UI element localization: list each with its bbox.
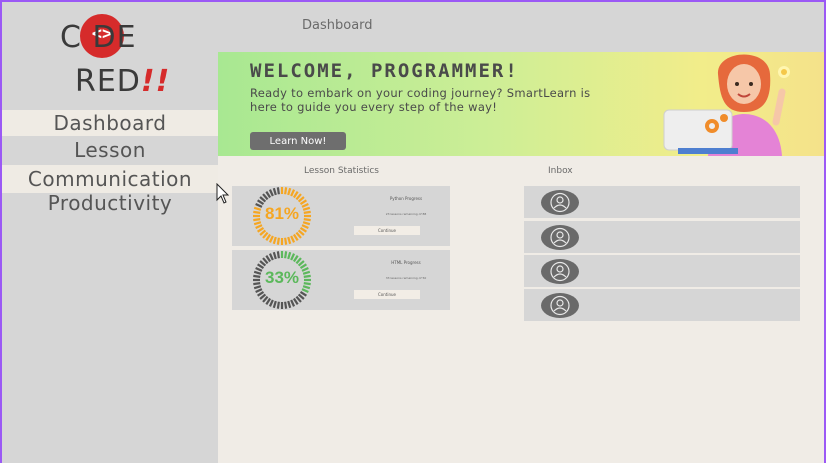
card-title: Python Progress bbox=[389, 196, 423, 201]
inbox-label: Inbox bbox=[548, 166, 573, 176]
progress-ring-segment bbox=[262, 231, 269, 239]
progress-ring-segment bbox=[262, 295, 269, 303]
learn-now-button[interactable]: Learn Now! bbox=[250, 132, 346, 150]
progress-ring-segment bbox=[297, 260, 305, 267]
inbox-row[interactable] bbox=[524, 186, 800, 218]
progress-ring-segment bbox=[290, 253, 296, 261]
progress-ring-segment bbox=[259, 293, 267, 300]
progress-ring-segment bbox=[287, 236, 292, 245]
page-title: Dashboard bbox=[302, 18, 373, 33]
progress-ring-segment bbox=[276, 187, 280, 195]
progress-ring-segment bbox=[255, 224, 263, 230]
sidebar: <> C DE RED!! Dashboard Lesson Communica… bbox=[2, 2, 218, 463]
mouse-cursor-icon bbox=[216, 183, 230, 204]
progress-ring-segment bbox=[272, 300, 277, 309]
card-subtitle: 33 lessons remaining of 50 bbox=[385, 276, 427, 280]
app-window: <> C DE RED!! Dashboard Lesson Communica… bbox=[2, 2, 824, 463]
progress-ring-segment bbox=[297, 293, 305, 300]
continue-button[interactable]: Continue bbox=[354, 290, 420, 299]
user-icon bbox=[550, 261, 570, 282]
inbox-list bbox=[524, 186, 800, 321]
logo-red-text: RED bbox=[75, 64, 141, 99]
progress-ring-segment bbox=[290, 235, 296, 243]
continue-button[interactable]: Continue bbox=[354, 226, 420, 235]
progress-ring-segment bbox=[259, 260, 267, 267]
progress-ring-segment bbox=[290, 189, 296, 197]
inbox-row[interactable] bbox=[524, 255, 800, 287]
avatar bbox=[541, 190, 579, 215]
progress-percent: 33% bbox=[264, 268, 300, 287]
progress-ring-segment bbox=[272, 236, 277, 245]
progress-ring-segment bbox=[292, 297, 299, 305]
progress-ring-segment bbox=[295, 257, 302, 265]
avatar bbox=[541, 225, 579, 250]
progress-ring-segment bbox=[276, 251, 280, 259]
progress-ring-segment bbox=[292, 255, 299, 263]
progress-ring-segment bbox=[301, 288, 309, 294]
banner-heading: WELCOME, PROGRAMMER! bbox=[250, 60, 519, 82]
programmer-illustration bbox=[663, 54, 790, 156]
code-red-logo[interactable]: <> C DE RED!! bbox=[42, 8, 182, 104]
progress-ring-segment bbox=[287, 300, 292, 309]
progress-ring-segment bbox=[276, 301, 280, 309]
lesson-statistics-label: Lesson Statistics bbox=[304, 166, 379, 176]
progress-ring-segment bbox=[301, 224, 309, 230]
avatar bbox=[541, 293, 579, 318]
progress-ring-segment bbox=[257, 290, 265, 297]
progress-ring-segment bbox=[265, 297, 272, 305]
progress-ring-segment bbox=[299, 226, 307, 233]
progress-ring-segment bbox=[295, 231, 302, 239]
progress-ring-segment bbox=[299, 290, 307, 297]
logo-line-2: RED!! bbox=[75, 64, 170, 99]
progress-ring-segment bbox=[268, 189, 274, 197]
progress-ring-segment bbox=[295, 193, 302, 201]
python-progress-card: 81% Python Progress 23 lessons remaining… bbox=[232, 186, 450, 246]
progress-ring-segment bbox=[284, 187, 288, 195]
progress-ring-segment bbox=[255, 288, 263, 294]
progress-ring-segment bbox=[259, 229, 267, 236]
sidebar-item-productivity[interactable]: Productivity bbox=[2, 191, 218, 215]
progress-ring-segment bbox=[259, 196, 267, 203]
card-title: HTML Progress bbox=[391, 260, 421, 265]
avatar bbox=[541, 259, 579, 284]
progress-ring-segment bbox=[265, 191, 272, 199]
progress-ring-segment bbox=[292, 191, 299, 199]
html-progress-card: 33% HTML Progress 33 lessons remaining o… bbox=[232, 250, 450, 310]
card-subtitle: 23 lessons remaining of 88 bbox=[385, 212, 427, 216]
progress-ring-segment bbox=[292, 233, 299, 241]
sidebar-item-communication[interactable]: Communication bbox=[2, 165, 218, 193]
welcome-banner: WELCOME, PROGRAMMER! Ready to embark on … bbox=[218, 52, 824, 156]
inbox-row[interactable] bbox=[524, 289, 800, 321]
progress-ring-segment bbox=[297, 196, 305, 203]
progress-ring-segment bbox=[265, 255, 272, 263]
progress-ring-segment bbox=[295, 295, 302, 303]
user-icon bbox=[550, 295, 570, 316]
banner-text: Ready to embark on your coding journey? … bbox=[250, 86, 591, 114]
user-icon bbox=[550, 192, 570, 213]
progress-ring-segment bbox=[284, 251, 288, 259]
progress-ring-segment bbox=[257, 226, 265, 233]
progress-ring-segment bbox=[284, 237, 288, 245]
progress-ring-segment bbox=[268, 253, 274, 261]
progress-percent: 81% bbox=[264, 204, 300, 223]
progress-ring-segment bbox=[297, 229, 305, 236]
progress-ring-segment bbox=[262, 257, 269, 265]
progress-ring-segment bbox=[268, 299, 274, 307]
sidebar-item-lesson[interactable]: Lesson bbox=[2, 136, 218, 164]
user-icon bbox=[550, 227, 570, 248]
progress-ring-segment bbox=[276, 237, 280, 245]
inbox-row[interactable] bbox=[524, 221, 800, 253]
progress-ring-segment bbox=[287, 187, 292, 196]
progress-ring-segment bbox=[265, 233, 272, 241]
progress-ring-segment bbox=[284, 301, 288, 309]
logo-bang: !! bbox=[140, 64, 171, 99]
progress-ring-segment bbox=[287, 251, 292, 260]
logo-line-1: C DE bbox=[60, 20, 137, 55]
progress-ring-segment bbox=[268, 235, 274, 243]
progress-ring-segment bbox=[290, 299, 296, 307]
progress-ring-segment bbox=[262, 193, 269, 201]
progress-ring-segment bbox=[272, 251, 277, 260]
progress-ring-segment bbox=[272, 187, 277, 196]
sidebar-item-dashboard[interactable]: Dashboard bbox=[2, 110, 218, 136]
